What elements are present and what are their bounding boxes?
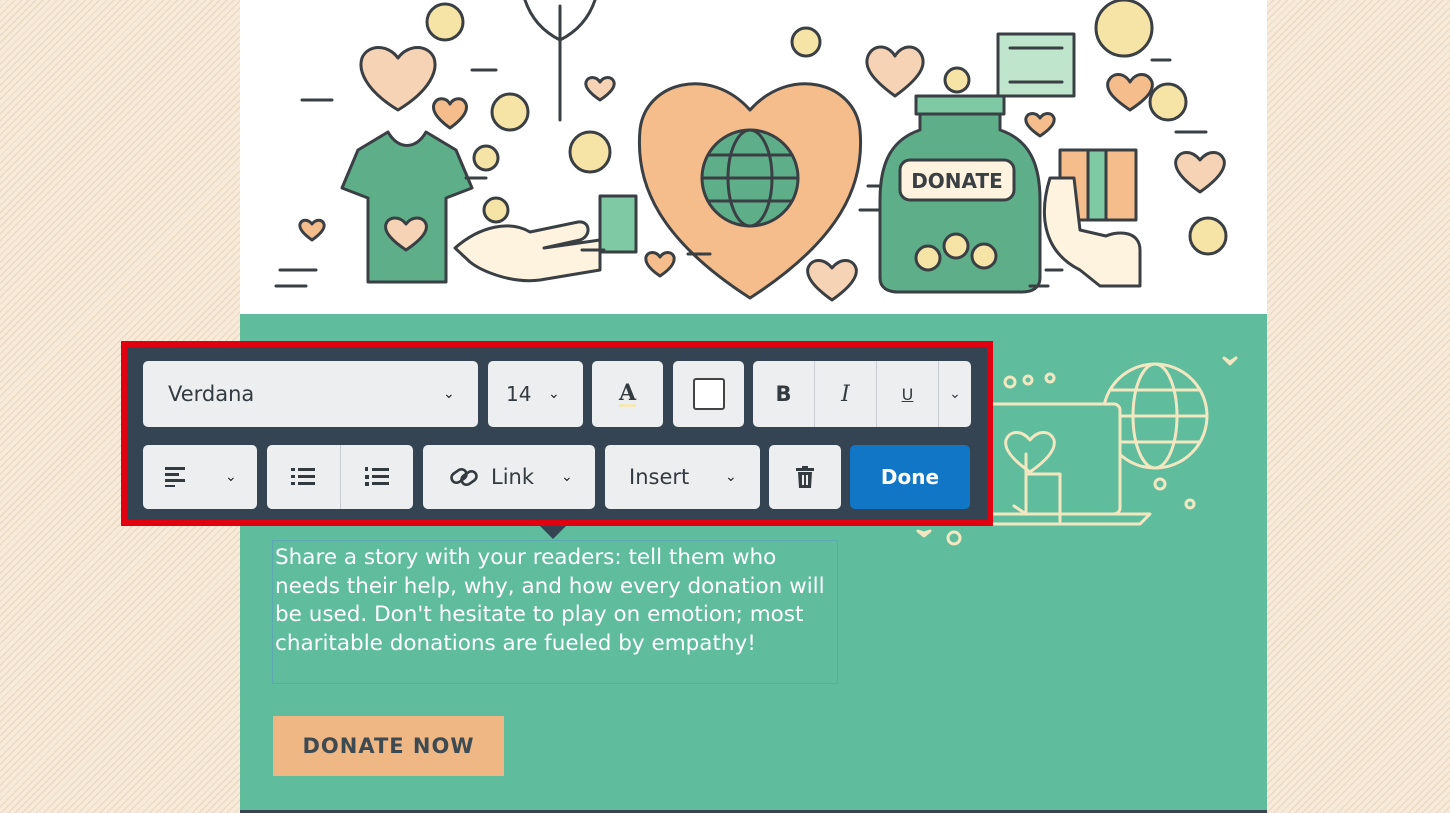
font-family-value: Verdana <box>168 382 255 406</box>
more-styles-chevron-icon[interactable]: ⌄ <box>939 361 971 427</box>
trash-icon <box>796 466 814 488</box>
numbered-list-button[interactable] <box>341 445 413 509</box>
chevron-down-icon: ⌄ <box>561 469 573 485</box>
link-label: Link <box>491 465 535 489</box>
donate-now-button[interactable]: DONATE NOW <box>273 716 504 776</box>
charity-illustration: DONATE <box>274 0 1228 302</box>
underline-button[interactable]: U <box>877 361 938 427</box>
text-color-button[interactable]: A <box>592 361 663 427</box>
chevron-down-icon: ⌄ <box>725 469 737 485</box>
link-icon <box>450 467 478 487</box>
done-button[interactable]: Done <box>850 445 970 509</box>
bold-button[interactable]: B <box>753 361 814 427</box>
story-text-editable[interactable]: Share a story with your readers: tell th… <box>272 540 838 684</box>
background-color-button[interactable] <box>673 361 744 427</box>
insert-dropdown[interactable]: Insert ⌄ <box>605 445 760 509</box>
bullet-list-icon <box>291 468 315 485</box>
text-style-group: B I U ⌄ <box>753 361 971 427</box>
jar-donate-label: DONATE <box>911 169 1003 193</box>
chevron-down-icon: ⌄ <box>548 386 560 402</box>
toolbar-pointer <box>540 526 566 539</box>
font-size-select[interactable]: 14 ⌄ <box>488 361 583 427</box>
italic-button[interactable]: I <box>815 361 876 427</box>
insert-label: Insert <box>629 465 690 489</box>
numbered-list-icon <box>365 467 389 486</box>
link-dropdown[interactable]: Link ⌄ <box>423 445 595 509</box>
font-family-select[interactable]: Verdana ⌄ <box>143 361 478 427</box>
font-size-value: 14 <box>506 382 532 406</box>
delete-button[interactable] <box>769 445 841 509</box>
story-text: Share a story with your readers: tell th… <box>275 545 825 656</box>
text-color-icon: A <box>618 379 637 407</box>
chevron-down-icon: ⌄ <box>225 469 237 485</box>
color-swatch-icon <box>692 378 725 410</box>
chevron-down-icon: ⌄ <box>443 386 455 402</box>
bullet-list-button[interactable] <box>267 445 339 509</box>
list-group <box>267 445 413 509</box>
hero-illustration[interactable]: DONATE <box>240 0 1267 314</box>
alignment-select[interactable]: ⌄ <box>143 445 257 509</box>
align-left-icon <box>165 467 185 487</box>
